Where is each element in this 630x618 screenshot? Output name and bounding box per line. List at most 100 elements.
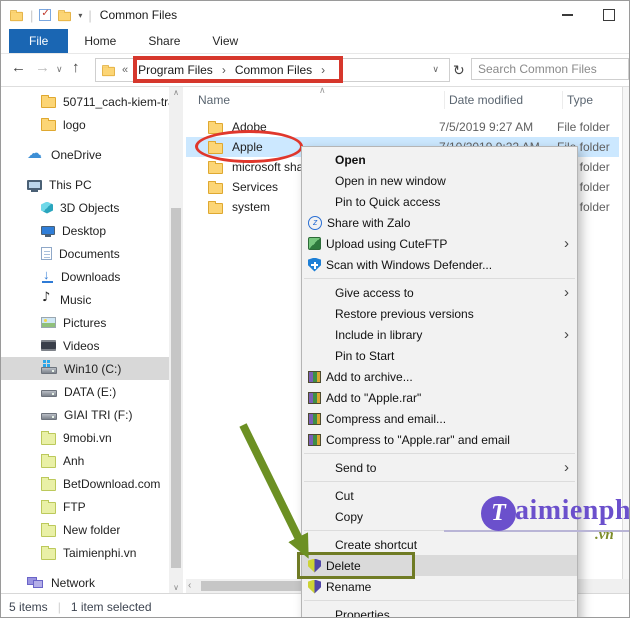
menu-item-label: Properties [335,607,390,618]
scroll-left-icon[interactable]: ‹ [188,580,191,591]
sidebar-item-3d-objects[interactable]: 3D Objects [1,196,169,219]
sidebar-item-win10-c[interactable]: Win10 (C:) [1,357,169,380]
address-dropdown-icon[interactable]: ∨ [432,64,439,75]
menu-item-pin-to-quick-access[interactable]: Pin to Quick access [302,191,577,212]
sidebar-item-ftp[interactable]: FTP [1,495,169,518]
sidebar-scrollbar[interactable]: ∧ ∨ [169,87,183,593]
menu-icon-slot [308,284,330,301]
sidebar-item-giai-tri-f[interactable]: GIAI TRI (F:) [1,403,169,426]
sidebar-item-new-folder[interactable]: New folder [1,518,169,541]
divider: | [88,7,92,23]
menu-item-label: Add to "Apple.rar" [326,390,422,405]
menu-item-send-to[interactable]: Send to › [302,457,577,478]
column-divider[interactable] [562,91,563,109]
ribbon-tabs: File Home Share View [1,29,629,54]
sidebar-item-onedrive[interactable]: OneDrive [1,143,169,166]
menu-item-compress-and-email[interactable]: Compress and email... [302,408,577,429]
menu-item-label: Open in new window [335,173,446,188]
menu-item-upload-using-cuteftp[interactable]: Upload using CuteFTP › [302,233,577,254]
sort-ascending-icon[interactable]: ∧ [319,85,326,96]
column-header-date-modified[interactable]: Date modified [449,93,567,107]
menu-item-cut[interactable]: Cut [302,485,577,506]
sidebar-item-data-e[interactable]: DATA (E:) [1,380,169,403]
column-header-type[interactable]: Type [567,93,593,107]
sidebar-item-documents[interactable]: Documents [1,242,169,265]
minimize-button[interactable] [562,14,573,16]
qat-new-folder-icon[interactable] [58,9,72,21]
submenu-arrow-icon: › [564,459,569,476]
menu-item-compress-to-apple-rar-and-email[interactable]: Compress to "Apple.rar" and email [302,429,577,450]
menu-item-give-access-to[interactable]: Give access to › [302,282,577,303]
tab-file[interactable]: File [9,29,69,53]
window-folder-icon [10,9,23,21]
tab-home[interactable]: Home [68,29,132,53]
scroll-down-icon[interactable]: ∨ [169,583,183,592]
tab-view[interactable]: View [196,29,254,53]
divider: | [30,7,34,23]
qat-properties-icon[interactable] [39,8,52,21]
menu-item-open[interactable]: Open [302,149,577,170]
pane-divider [622,87,623,593]
sidebar-item-network[interactable]: Network [1,571,169,594]
menu-item-restore-previous-versions[interactable]: Restore previous versions [302,303,577,324]
sidebar-item-taimienphi-vn[interactable]: Taimienphi.vn [1,541,169,564]
menu-item-rename[interactable]: Rename [302,576,577,597]
recent-locations-chevron-icon[interactable]: ∨ [56,64,63,75]
qat-customize-chevron-icon[interactable]: ▾ [78,11,82,20]
sidebar-item-pictures[interactable]: Pictures [1,311,169,334]
sidebar-item-this-pc[interactable]: This PC [1,173,169,196]
menu-item-open-in-new-window[interactable]: Open in new window [302,170,577,191]
sidebar-item-label: New folder [63,522,121,537]
sidebar-item-50711-cach-kiem-tra-t[interactable]: 50711_cach-kiem-tra-t [1,90,169,113]
watermark-underline [444,530,629,532]
scrollbar-thumb[interactable] [171,208,181,568]
sidebar-item-anh[interactable]: Anh [1,449,169,472]
forward-button-icon[interactable]: → [35,59,50,76]
column-headers: Name Date modified Type [186,87,619,113]
back-button-icon[interactable]: ← [11,59,26,76]
menu-item-label: Copy [335,509,364,524]
menu-item-copy[interactable]: Copy [302,506,577,527]
sidebar-item-music[interactable]: Music [1,288,169,311]
quick-access-toolbar: | ▾ | [9,8,92,23]
menu-item-label: Compress to "Apple.rar" and email [326,432,510,447]
menu-separator [304,278,575,279]
folder-green-icon [41,476,56,491]
menu-item-label: Rename [326,579,372,594]
scroll-up-icon[interactable]: ∧ [169,88,183,97]
menu-item-label: Open [335,152,366,167]
pictures-icon [41,317,56,328]
menu-item-share-with-zalo[interactable]: Share with Zalo [302,212,577,233]
column-divider[interactable] [444,91,445,109]
defender-icon [308,257,321,272]
context-menu: Open Open in new window Pin to Quick acces… [301,146,578,618]
main-scrollbar-track[interactable] [623,87,629,593]
divider: | [57,599,61,614]
sidebar-item-desktop[interactable]: Desktop [1,219,169,242]
sidebar-item-label: Videos [63,338,100,353]
sidebar-item-videos[interactable]: Videos [1,334,169,357]
tab-share[interactable]: Share [132,29,196,53]
annotation-green-rectangle-delete [297,552,415,579]
sidebar-item-downloads[interactable]: Downloads [1,265,169,288]
pc-icon [27,179,42,192]
sidebar-item-label: Pictures [63,315,107,330]
sidebar-item-betdownload-com[interactable]: BetDownload.com [1,472,169,495]
search-input[interactable] [471,58,629,80]
sidebar-item-9mobi-vn[interactable]: 9mobi.vn [1,426,169,449]
drive-icon [41,390,57,397]
menu-item-add-to-archive[interactable]: Add to archive... [302,366,577,387]
maximize-button[interactable] [603,9,615,21]
refresh-icon[interactable]: ↻ [453,62,465,79]
menu-item-pin-to-start[interactable]: Pin to Start [302,345,577,366]
submenu-arrow-icon: › [564,326,569,343]
breadcrumb-overflow-icon[interactable]: « [122,64,128,76]
menu-item-add-to-apple-rar[interactable]: Add to "Apple.rar" [302,387,577,408]
menu-item-scan-with-windows-defender[interactable]: Scan with Windows Defender... [302,254,577,275]
menu-item-include-in-library[interactable]: Include in library › [302,324,577,345]
sidebar-item-logo[interactable]: logo [1,113,169,136]
up-button-icon[interactable]: ↑ [72,59,80,76]
menu-item-label: Scan with Windows Defender... [326,257,493,272]
menu-item-properties[interactable]: Properties [302,604,577,618]
menu-icon-slot [308,151,330,168]
